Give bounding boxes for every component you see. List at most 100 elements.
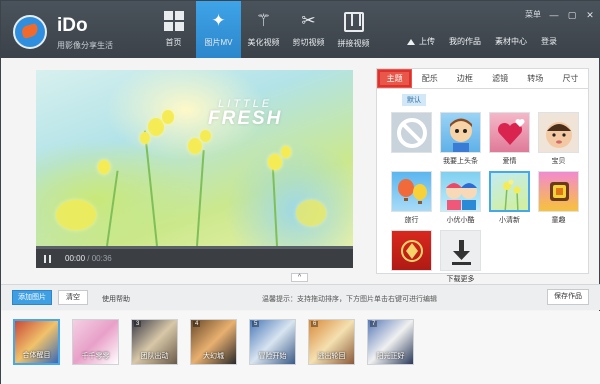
clip-item[interactable]: 3 团队出动 <box>131 319 178 365</box>
minimize-button[interactable]: — <box>549 10 559 20</box>
theme-fun[interactable]: 童趣 <box>538 171 579 224</box>
video-player: LITTLE FRESH 00:00 / 00:36 <box>36 70 353 268</box>
main-nav: 首页 ✦ 图片MV ⚚ 美化视频 ✂ 剪切视频 拼接视频 <box>151 1 376 58</box>
upload-label: 上传 <box>419 37 435 46</box>
my-works-link[interactable]: 我的作品 <box>449 36 481 47</box>
theme-caption: 旅行 <box>404 217 419 224</box>
nav-home-label: 首页 <box>165 38 182 47</box>
current-time: 00:00 <box>65 254 86 263</box>
theme-none[interactable] <box>391 112 432 165</box>
tip-text: 温馨提示：支持拖动排序，下方图片单击右键可进行编辑 <box>262 296 437 303</box>
clip-timeline: 合体醒目 千千零零 3 团队出动 4 大幻城 5 冒险开始 6 逃出轮回 7 阳… <box>1 311 600 384</box>
clip-title: 千千零零 <box>81 353 110 360</box>
nav-home[interactable]: 首页 <box>151 1 196 58</box>
clip-title: 逃出轮回 <box>317 353 346 360</box>
colorful-box-thumb <box>538 171 579 212</box>
clip-item[interactable]: 合体醒目 <box>13 319 60 365</box>
effects-tabs: 主题 配乐 边框 滤镜 转场 尺寸 <box>377 69 588 89</box>
brand-name: iDo <box>57 15 88 36</box>
window-controls: 菜单 — ▢ ✕ <box>525 9 595 20</box>
app-window: iDo 用影像分享生活 首页 ✦ 图片MV ⚚ 美化视频 ✂ 剪切视频 拼接视频 <box>0 0 600 384</box>
close-button[interactable]: ✕ <box>585 10 595 20</box>
theme-caption: 下载更多 <box>446 276 475 283</box>
tab-music[interactable]: 配乐 <box>412 69 447 88</box>
help-link[interactable]: 使用帮助 <box>102 294 130 304</box>
theme-caption: 爱情 <box>502 158 517 165</box>
theme-caption: 小优小酷 <box>446 217 475 224</box>
material-center-link[interactable]: 素材中心 <box>495 36 527 47</box>
login-link[interactable]: 登录 <box>541 36 557 47</box>
video-title-overlay: LITTLE FRESH <box>208 98 282 128</box>
nav-join-video[interactable]: 拼接视频 <box>331 1 376 58</box>
home-grid-icon <box>163 11 184 31</box>
love-hearts-thumb <box>489 112 530 153</box>
nav-cut-video-label: 剪切视频 <box>292 38 325 47</box>
clip-number: 4 <box>193 321 201 327</box>
theme-caption: 童趣 <box>551 217 566 224</box>
clip-item[interactable]: 千千零零 <box>72 319 119 365</box>
clip-item[interactable]: 6 逃出轮回 <box>308 319 355 365</box>
tab-filter[interactable]: 滤镜 <box>483 69 518 88</box>
theme-caption: 小清新 <box>499 217 520 224</box>
pause-icon[interactable] <box>44 254 51 263</box>
tab-theme[interactable]: 主题 <box>377 69 413 88</box>
upload-icon <box>407 38 415 45</box>
film-strip-icon <box>343 12 364 32</box>
theme-caption: 我要上头条 <box>443 158 478 165</box>
collapse-button[interactable]: ^ <box>291 273 308 282</box>
theme-headline[interactable]: 我要上头条 <box>440 112 481 165</box>
hot-air-balloon-thumb <box>391 171 432 212</box>
add-image-button[interactable]: 添加图片 <box>12 290 52 305</box>
nav-image-mv[interactable]: ✦ 图片MV <box>196 1 241 58</box>
default-tag[interactable]: 默认 <box>402 94 426 106</box>
tab-border[interactable]: 边框 <box>447 69 482 88</box>
ido-logo-icon <box>13 15 47 49</box>
clip-item[interactable]: 5 冒险开始 <box>249 319 296 365</box>
tab-size[interactable]: 尺寸 <box>553 69 588 88</box>
theme-baby[interactable]: 宝贝 <box>538 112 579 165</box>
action-bar: 添加图片 清空 使用帮助 温馨提示：支持拖动排序，下方图片单击右键可进行编辑 保… <box>1 284 600 310</box>
scissors-icon: ✂ <box>301 11 316 30</box>
fresh-flower-thumb <box>489 171 530 212</box>
clip-number: 5 <box>252 321 260 327</box>
clip-item[interactable]: 4 大幻城 <box>190 319 237 365</box>
theme-travel[interactable]: 旅行 <box>391 171 432 224</box>
clip-list: 合体醒目 千千零零 3 团队出动 4 大幻城 5 冒险开始 6 逃出轮回 7 阳… <box>13 319 414 365</box>
none-icon <box>391 112 432 153</box>
image-mv-icon: ✦ <box>211 11 226 30</box>
theme-fresh[interactable]: 小清新 <box>489 171 530 224</box>
theme-caption: 宝贝 <box>551 158 566 165</box>
clip-title: 冒险开始 <box>258 353 287 360</box>
clip-item[interactable]: 7 阳光正好 <box>367 319 414 365</box>
baby-thumb <box>538 112 579 153</box>
theme-love[interactable]: 爱情 <box>489 112 530 165</box>
player-controls: 00:00 / 00:36 <box>36 249 353 268</box>
clip-number: 3 <box>134 321 142 327</box>
tab-transition[interactable]: 转场 <box>518 69 553 88</box>
restore-button[interactable]: ▢ <box>567 10 577 20</box>
nav-beautify-video[interactable]: ⚚ 美化视频 <box>241 1 286 58</box>
clip-number: 6 <box>311 321 319 327</box>
video-preview[interactable]: LITTLE FRESH <box>36 70 353 246</box>
upload-link[interactable]: 上传 <box>407 36 435 47</box>
clip-title: 阳光正好 <box>376 353 405 360</box>
chinese-red-thumb <box>391 230 432 271</box>
download-more[interactable]: 下载更多 <box>440 230 481 283</box>
theme-youyou-kuku[interactable]: 小优小酷 <box>440 171 481 224</box>
video-title-line2: FRESH <box>208 108 283 129</box>
cartoon-kids-thumb <box>440 171 481 212</box>
nav-image-mv-label: 图片MV <box>204 38 233 47</box>
save-work-button[interactable]: 保存作品 <box>547 289 589 305</box>
total-time: / 00:36 <box>87 254 112 263</box>
theme-chinese[interactable] <box>391 230 432 283</box>
nav-cut-video[interactable]: ✂ 剪切视频 <box>286 1 331 58</box>
brand-slogan: 用影像分享生活 <box>57 41 113 50</box>
magic-wand-icon: ⚚ <box>255 11 272 30</box>
theme-caption <box>391 156 432 165</box>
nav-join-video-label: 拼接视频 <box>337 39 370 48</box>
menu-button[interactable]: 菜单 <box>525 9 541 20</box>
clear-button[interactable]: 清空 <box>58 290 88 305</box>
effects-panel: 主题 配乐 边框 滤镜 转场 尺寸 默认 我要上头条 爱情 宝贝 旅行 小优小酷… <box>376 68 589 283</box>
header-links: 上传 我的作品 素材中心 登录 <box>407 36 557 47</box>
top-bar: iDo 用影像分享生活 首页 ✦ 图片MV ⚚ 美化视频 ✂ 剪切视频 拼接视频 <box>1 1 600 58</box>
